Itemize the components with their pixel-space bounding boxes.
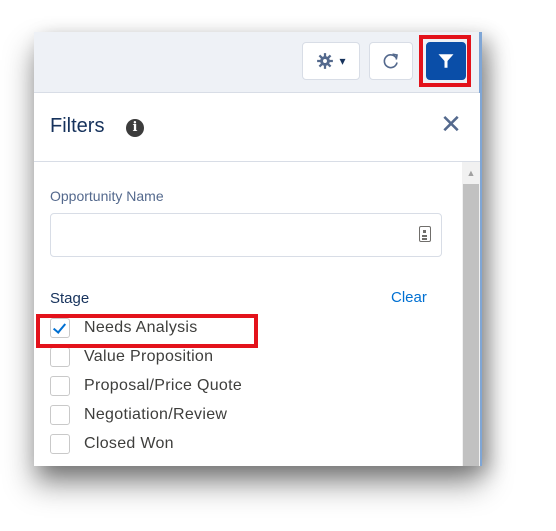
screenshot-frame: ▾ Filters i ✕ ▲ Opportunity Name Stage C… bbox=[34, 32, 482, 466]
panel-title: Filters bbox=[50, 115, 105, 137]
checkbox[interactable] bbox=[50, 434, 70, 454]
clear-stage-link[interactable]: Clear bbox=[391, 289, 427, 306]
opportunity-name-label: Opportunity Name bbox=[50, 188, 164, 204]
opportunity-name-input[interactable] bbox=[50, 213, 442, 257]
filter-button-highlight bbox=[419, 35, 471, 87]
scroll-thumb[interactable] bbox=[463, 184, 479, 466]
stage-option-label: Proposal/Price Quote bbox=[84, 377, 243, 394]
scroll-up-arrow-icon[interactable]: ▲ bbox=[462, 168, 480, 178]
gear-icon bbox=[317, 53, 334, 69]
panel-scrollbar[interactable]: ▲ bbox=[462, 162, 480, 466]
info-icon[interactable]: i bbox=[126, 119, 144, 137]
stage-label: Stage bbox=[50, 290, 90, 307]
list-view-controls-button[interactable]: ▾ bbox=[302, 42, 360, 80]
refresh-button[interactable] bbox=[369, 42, 413, 80]
checkbox[interactable] bbox=[50, 376, 70, 396]
close-icon[interactable]: ✕ bbox=[438, 111, 464, 137]
stage-option-value-proposition[interactable]: Value Proposition bbox=[50, 345, 213, 369]
chevron-down-icon: ▾ bbox=[339, 54, 346, 68]
stage-option-closed-won[interactable]: Closed Won bbox=[50, 432, 174, 456]
lookup-icon[interactable] bbox=[419, 226, 431, 242]
stage-option-label: Negotiation/Review bbox=[84, 406, 228, 423]
stage-option-negotiation-review[interactable]: Negotiation/Review bbox=[50, 403, 227, 427]
checkbox[interactable] bbox=[50, 405, 70, 425]
stage-option-label: Closed Won bbox=[84, 435, 174, 452]
checkbox[interactable] bbox=[50, 347, 70, 367]
list-view-toolbar: ▾ bbox=[34, 32, 482, 93]
refresh-icon bbox=[383, 53, 398, 69]
stage-option-label: Value Proposition bbox=[84, 348, 214, 365]
needs-analysis-highlight bbox=[36, 314, 258, 348]
filters-panel: Filters i ✕ ▲ Opportunity Name Stage Cle… bbox=[34, 93, 480, 466]
filters-panel-header: Filters i ✕ bbox=[34, 93, 480, 162]
stage-option-proposal-price-quote[interactable]: Proposal/Price Quote bbox=[50, 374, 242, 398]
